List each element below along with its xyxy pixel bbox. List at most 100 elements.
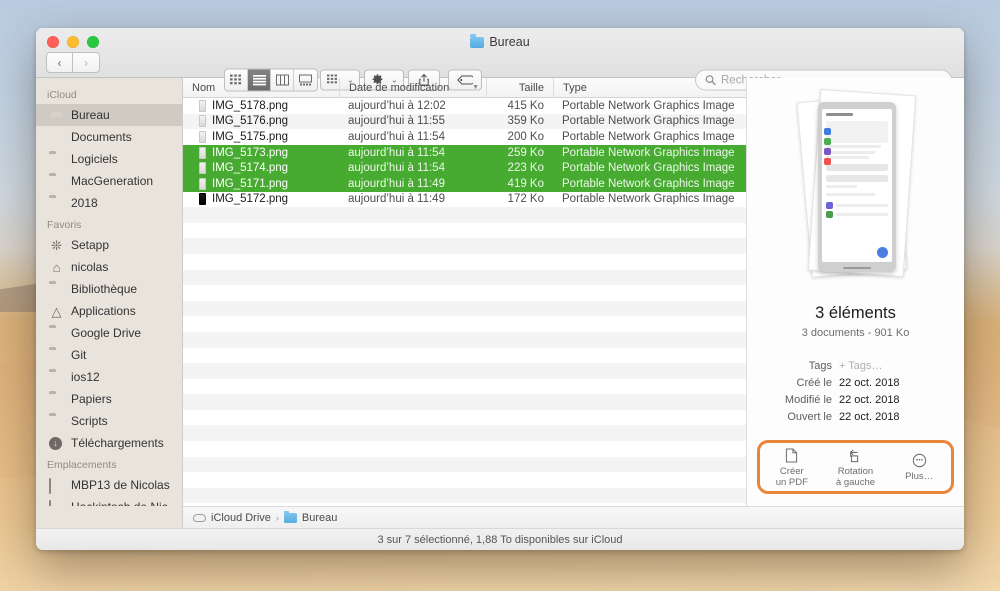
forward-button[interactable]: › (73, 52, 100, 73)
file-type-cell: Portable Network Graphics Image (562, 146, 735, 159)
more-icon (912, 452, 927, 469)
file-size-cell: 172 Ko (507, 193, 544, 206)
quick-actions-bar: Créer un PDF Rotation à gauche Plus… (757, 440, 954, 494)
sidebar-item-label: Scripts (71, 414, 108, 428)
file-name-label: IMG_5171.png (212, 177, 289, 190)
sidebar-item-bibliotheque[interactable]: Bibliothèque (36, 278, 182, 300)
sidebar-item-bureau[interactable]: Bureau (36, 104, 182, 126)
column-header-type[interactable]: Type (553, 78, 746, 97)
sidebar-item-label: Setapp (71, 238, 110, 252)
empty-row (183, 410, 746, 426)
sidebar-item-2018[interactable]: 2018 (36, 192, 182, 214)
column-header-date[interactable]: Date de modification ▼ (339, 78, 486, 97)
column-header-size[interactable]: Taille (486, 78, 553, 97)
column-header-label: Date de modification (349, 81, 450, 94)
file-date-cell: aujourd’hui à 11:54 (348, 130, 445, 143)
empty-row (183, 316, 746, 332)
file-size-cell: 259 Ko (507, 146, 544, 159)
quick-action-label: Créer un PDF (776, 466, 808, 488)
folder-icon (470, 34, 485, 48)
metadata-value: 22 oct. 2018 (839, 394, 900, 406)
file-name-cell: IMG_5175.png (183, 130, 339, 143)
sidebar-footer-filler (36, 506, 183, 528)
finder-window: Bureau ‹ › ⌄ ⌄ iCloud Bureau Documents L… (36, 28, 964, 550)
table-row[interactable]: IMG_5171.png aujourd’hui à 11:49 419 Ko Por… (183, 175, 746, 192)
column-header-name[interactable]: Nom (183, 78, 339, 97)
sidebar-item-logiciels[interactable]: Logiciels (36, 148, 182, 170)
folder-icon (49, 327, 64, 340)
quick-action-line2: un PDF (775, 476, 808, 488)
display-icon (49, 499, 64, 506)
table-row[interactable]: IMG_5176.png aujourd’hui à 11:55 359 Ko Por… (183, 113, 746, 130)
folder-icon (283, 510, 297, 523)
empty-row (183, 223, 746, 239)
table-row[interactable]: IMG_5178.png aujourd’hui à 12:02 415 Ko Por… (183, 98, 746, 114)
table-row[interactable]: IMG_5174.png aujourd’hui à 11:54 223 Ko Por… (183, 160, 746, 176)
file-type-cell: Portable Network Graphics Image (562, 177, 735, 190)
column-headers: Nom Date de modification ▼ Taille Type (183, 78, 746, 98)
sidebar-item-setapp[interactable]: ❊ Setapp (36, 234, 182, 256)
sidebar-item-telechargements[interactable]: ↓ Téléchargements (36, 432, 182, 454)
file-name-cell: IMG_5174.png (183, 162, 339, 175)
quick-action-more[interactable]: Plus… (888, 452, 951, 482)
table-row[interactable]: IMG_5173.png aujourd’hui à 11:54 259 Ko Por… (183, 144, 746, 161)
metadata-row-modified: Modifié le 22 oct. 2018 (763, 393, 948, 407)
sidebar-item-applications[interactable]: △ Applications (36, 300, 182, 322)
sidebar-item-label: Bureau (71, 108, 110, 122)
sidebar-item-nicolas[interactable]: ⌂ nicolas (36, 256, 182, 278)
sidebar-section-header: iCloud (47, 89, 77, 101)
file-type-cell: Portable Network Graphics Image (562, 99, 735, 112)
sidebar-item-label: MacGeneration (71, 174, 154, 188)
sidebar-item-documents[interactable]: Documents (36, 126, 182, 148)
sidebar-item-label: Téléchargements (71, 436, 164, 450)
sidebar-item-google-drive[interactable]: Google Drive (36, 322, 182, 344)
file-thumbnail-icon (199, 146, 206, 159)
close-button[interactable] (47, 36, 59, 48)
sidebar-item-macgeneration[interactable]: MacGeneration (36, 170, 182, 192)
sidebar-item-ios12[interactable]: ios12 (36, 366, 182, 388)
sidebar-item-hackintosh[interactable]: Hackintosh de Nic... (36, 496, 182, 506)
sidebar-item-scripts[interactable]: Scripts (36, 410, 182, 432)
path-bar-row: iCloud Drive › Bureau (36, 506, 964, 528)
table-row[interactable]: IMG_5175.png aujourd’hui à 11:54 200 Ko Por… (183, 129, 746, 145)
folder-icon (49, 197, 64, 210)
sidebar-item-papiers[interactable]: Papiers (36, 388, 182, 410)
sort-chevron-icon: ▼ (472, 84, 479, 91)
file-date-cell: aujourd’hui à 11:55 (348, 115, 445, 128)
empty-row (183, 269, 746, 286)
file-size-cell: 223 Ko (507, 162, 544, 175)
empty-row (183, 379, 746, 395)
window-controls (47, 36, 99, 48)
window-footer: iCloud Drive › Bureau 3 sur 7 sélectionn… (36, 506, 964, 550)
maximize-button[interactable] (87, 36, 99, 48)
metadata-row-opened: Ouvert le 22 oct. 2018 (763, 410, 948, 424)
file-thumbnail-icon (199, 193, 206, 206)
window-body: iCloud Bureau Documents Logiciels MacGen… (36, 78, 964, 506)
sidebar-item-label: Google Drive (71, 326, 142, 340)
minimize-button[interactable] (67, 36, 79, 48)
sidebar-item-mbp13[interactable]: MBP13 de Nicolas (36, 474, 182, 496)
table-row[interactable]: IMG_5172.png aujourd’hui à 11:49 172 Ko Por… (183, 192, 746, 208)
window-title-label: Bureau (489, 35, 530, 49)
folder-icon (49, 283, 64, 296)
preview-metadata: Tags + Tags… Créé le 22 oct. 2018 Modifi… (747, 359, 964, 427)
breadcrumb-item-bureau[interactable]: Bureau (302, 512, 337, 524)
quick-action-create-pdf[interactable]: Créer un PDF (760, 447, 823, 488)
sidebar-item-git[interactable]: Git (36, 344, 182, 366)
add-tags-button[interactable]: + Tags… (839, 359, 883, 373)
breadcrumb-item-icloud-drive[interactable]: iCloud Drive (211, 512, 271, 524)
empty-row (183, 300, 746, 317)
empty-row (183, 348, 746, 364)
metadata-row-tags: Tags + Tags… (763, 359, 948, 373)
preview-pane: 3 éléments 3 documents - 901 Ko Tags + T… (746, 78, 964, 506)
sidebar-item-label: Documents (71, 130, 132, 144)
file-thumbnail-icon (199, 115, 206, 128)
file-size-cell: 200 Ko (507, 130, 544, 143)
back-button[interactable]: ‹ (46, 52, 73, 73)
path-bar: iCloud Drive › Bureau (183, 506, 964, 528)
documents-icon (49, 131, 64, 144)
file-name-cell: IMG_5176.png (183, 115, 339, 128)
empty-row (183, 472, 746, 488)
quick-action-rotate-left[interactable]: Rotation à gauche (824, 447, 887, 488)
empty-row (183, 285, 746, 301)
